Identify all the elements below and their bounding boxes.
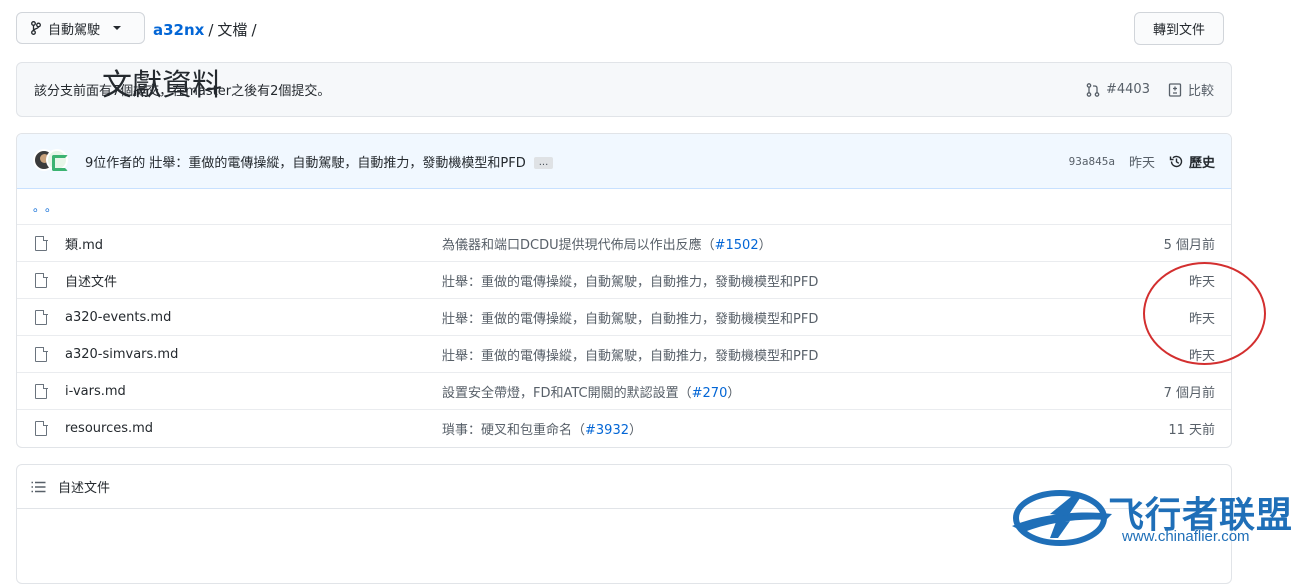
file-icon: [35, 383, 48, 399]
commit-sha-link[interactable]: 93a845a: [1069, 155, 1115, 168]
file-commit-text-end: ）: [727, 385, 741, 401]
compare-label: 比較: [1187, 84, 1214, 99]
airplane-logo-icon: [1012, 490, 1112, 546]
breadcrumb-separator: /: [208, 21, 214, 39]
avatar: [46, 149, 68, 171]
file-age: 11 天前: [1168, 423, 1215, 438]
file-commit-text: 壯舉：重做的電傳操縱，自動駕駛，自動推力，發動機模型和PFD: [442, 348, 819, 364]
branch-select-button[interactable]: 自動駕駛: [16, 12, 145, 44]
commit-expand-button[interactable]: ...: [533, 157, 554, 169]
file-icon: [35, 420, 48, 436]
watermark-url: www.chinaflier.com: [1122, 528, 1250, 545]
file-name-link[interactable]: 自述文件: [65, 271, 117, 290]
file-commit-text: 為儀器和端口DCDU提供現代佈局以作出反應（: [442, 237, 715, 253]
commit-time: 昨天: [1128, 155, 1155, 171]
file-commit-message[interactable]: 壯舉：重做的電傳操縱，自動駕駛，自動推力，發動機模型和PFD: [442, 308, 818, 327]
breadcrumb: a32nx / 文檔 /: [153, 19, 261, 40]
readme-header-label: 自述文件: [58, 481, 111, 496]
pull-request-link[interactable]: #270: [692, 386, 728, 401]
git-branch-icon: [31, 21, 41, 35]
branch-status-actions: #4403 比較: [1086, 80, 1214, 99]
file-row[interactable]: 自述文件 壯舉：重做的電傳操縱，自動駕駛，自動推力，發動機模型和PFD 昨天: [17, 262, 1231, 299]
file-commit-message[interactable]: 壯舉：重做的電傳操縱，自動駕駛，自動推力，發動機模型和PFD: [442, 345, 818, 364]
readme-title: 文獻資料: [102, 68, 222, 103]
compare-link[interactable]: 比較: [1168, 80, 1214, 99]
file-commit-message[interactable]: 為儀器和端口DCDU提供現代佈局以作出反應（#1502）: [442, 234, 772, 253]
file-commit-text: 壯舉：重做的電傳操縱，自動駕駛，自動推力，發動機模型和PFD: [442, 311, 819, 327]
file-row[interactable]: 類.md 為儀器和端口DCDU提供現代佈局以作出反應（#1502） 5 個月前: [17, 225, 1231, 262]
file-commit-text-end: ）: [629, 423, 643, 438]
file-commit-message[interactable]: 壯舉：重做的電傳操縱，自動駕駛，自動推力，發動機模型和PFD: [442, 271, 818, 290]
pull-request-link[interactable]: #4403: [1086, 82, 1150, 97]
pull-request-link[interactable]: #1502: [715, 238, 759, 253]
file-name-link[interactable]: i-vars.md: [65, 384, 126, 399]
file-commit-text: 設置安全帶燈，FD和ATC開關的默認設置（: [442, 385, 692, 401]
file-name-link[interactable]: a320-simvars.md: [65, 347, 178, 362]
latest-commit-bar: 9位作者的 壯舉：重做的電傳操縱，自動駕駛，自動推力，發動機模型和PFD... …: [17, 134, 1231, 189]
go-to-file-button[interactable]: 轉到文件: [1134, 12, 1224, 45]
branch-label: 自動駕駛: [48, 22, 101, 38]
history-icon: [1169, 155, 1183, 167]
repo-topbar: 自動駕駛 a32nx / 文檔 / 轉到文件: [16, 12, 1224, 46]
commit-message-text: 9位作者的 壯舉：重做的電傳操縱，自動駕駛，自動推力，發動機模型和PFD: [85, 155, 526, 171]
file-commit-message[interactable]: 設置安全帶燈，FD和ATC開關的默認設置（#270）: [442, 382, 740, 401]
file-commit-text: 壯舉：重做的電傳操縱，自動駕駛，自動推力，發動機模型和PFD: [442, 274, 819, 290]
pull-request-icon: [1086, 82, 1100, 97]
file-commit-text: 瑣事：硬叉和包重命名（: [442, 423, 586, 438]
file-name-link[interactable]: 類.md: [65, 234, 103, 253]
file-age: 7 個月前: [1163, 385, 1215, 401]
chevron-down-icon: [113, 26, 122, 30]
file-icon: [35, 272, 48, 288]
file-row[interactable]: a320-events.md 壯舉：重做的電傳操縱，自動駕駛，自動推力，發動機模…: [17, 299, 1231, 336]
commit-meta: 93a845a 昨天 歷史: [1069, 152, 1215, 171]
file-name-link[interactable]: resources.md: [65, 421, 153, 436]
pull-request-number: #4403: [1106, 82, 1150, 97]
file-row[interactable]: i-vars.md 設置安全帶燈，FD和ATC開關的默認設置（#270） 7 個…: [17, 373, 1231, 410]
breadcrumb-separator: /: [251, 21, 257, 39]
file-name-link[interactable]: a320-events.md: [65, 310, 171, 325]
file-row[interactable]: resources.md 瑣事：硬叉和包重命名（#3932） 11 天前: [17, 410, 1231, 447]
history-link[interactable]: 歷史: [1169, 152, 1215, 171]
file-row[interactable]: a320-simvars.md 壯舉：重做的電傳操縱，自動駕駛，自動推力，發動機…: [17, 336, 1231, 373]
file-icon: [35, 346, 48, 362]
commit-message[interactable]: 9位作者的 壯舉：重做的電傳操縱，自動駕駛，自動推力，發動機模型和PFD...: [85, 152, 554, 171]
author-avatars[interactable]: [33, 149, 73, 173]
file-age: 5 個月前: [1163, 237, 1215, 253]
file-icon: [35, 235, 48, 251]
diff-icon: [1168, 82, 1182, 97]
parent-directory-link[interactable]: 。。: [17, 189, 1231, 225]
file-list-box: 9位作者的 壯舉：重做的電傳操縱，自動駕駛，自動推力，發動機模型和PFD... …: [16, 133, 1232, 448]
breadcrumb-repo-link[interactable]: a32nx: [153, 21, 204, 39]
watermark-logo: 飞行者联盟 www.chinaflier.com: [1010, 484, 1300, 550]
file-icon: [35, 309, 48, 325]
breadcrumb-folder: 文檔: [217, 21, 248, 39]
history-label: 歷史: [1188, 155, 1215, 171]
list-icon[interactable]: [31, 481, 46, 493]
file-commit-text-end: ）: [758, 237, 772, 253]
annotation-circle: [1143, 262, 1266, 365]
file-commit-message[interactable]: 瑣事：硬叉和包重命名（#3932）: [442, 419, 642, 438]
pull-request-link[interactable]: #3932: [585, 423, 629, 438]
